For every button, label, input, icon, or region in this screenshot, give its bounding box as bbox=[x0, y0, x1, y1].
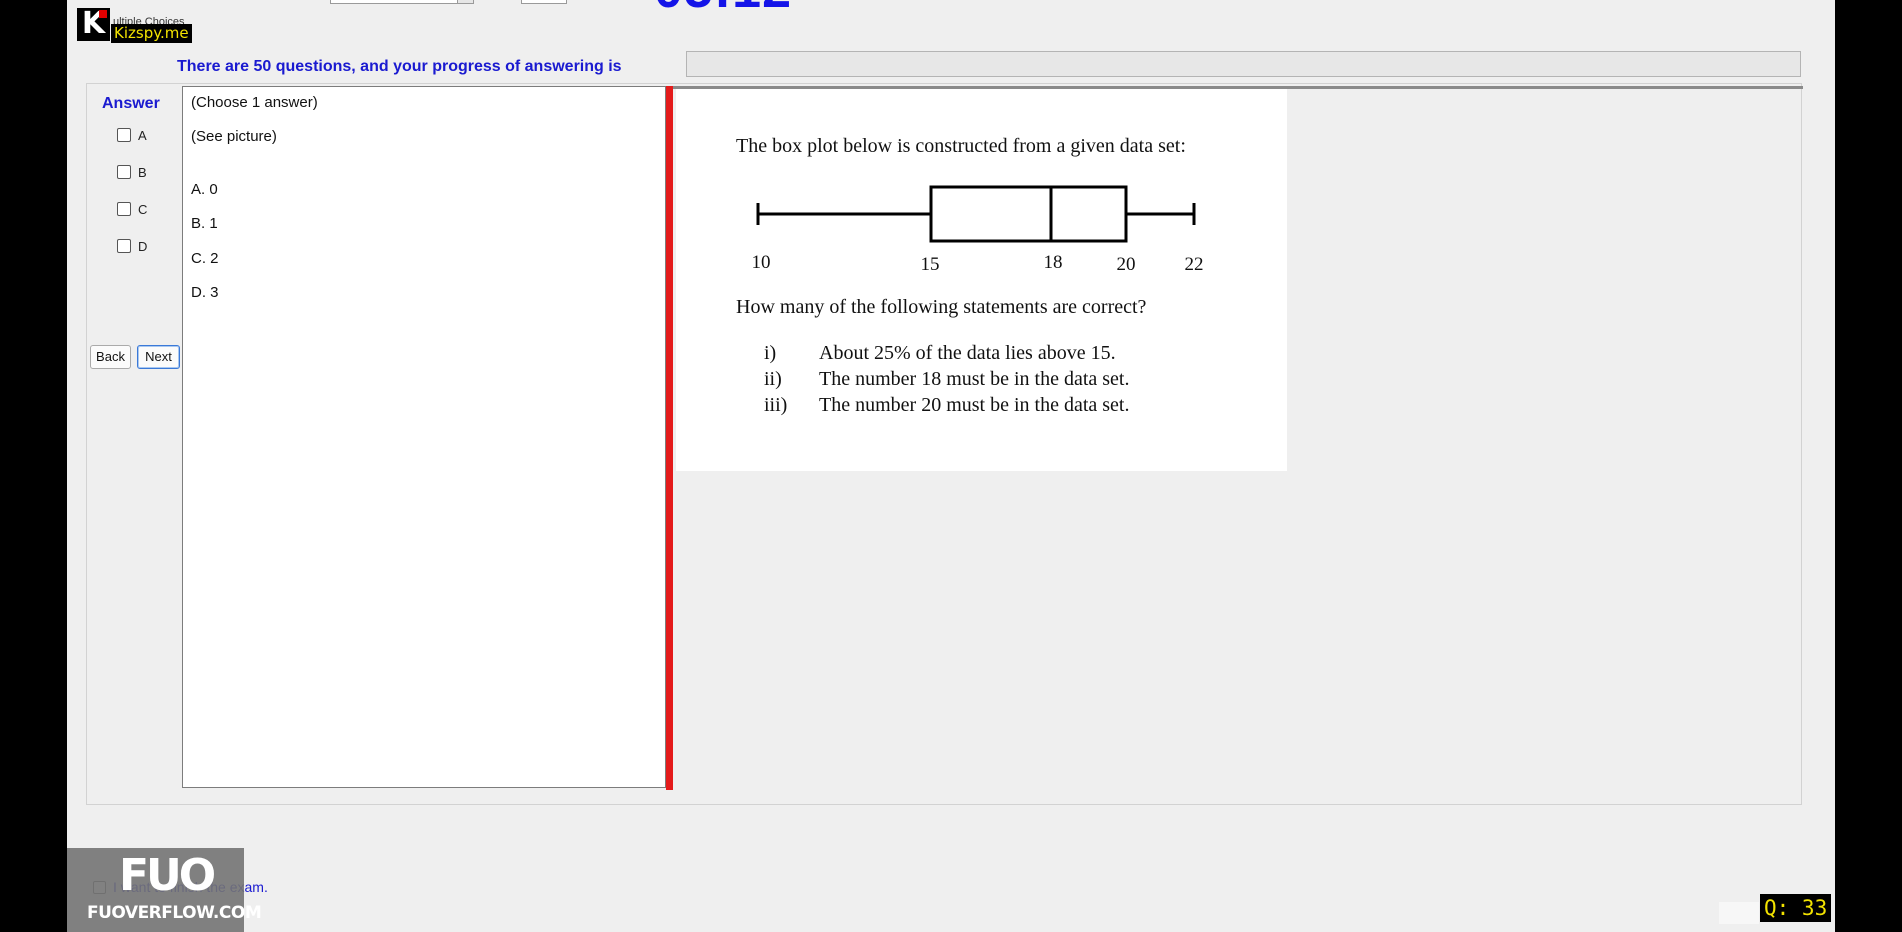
exam-window: 05:12 ultiple Choices K Kizspy.me There … bbox=[67, 0, 1835, 932]
answer-option-label: C bbox=[138, 201, 148, 217]
kizspy-logo-letter: K bbox=[77, 7, 110, 40]
question-prompt: (See picture) bbox=[191, 128, 277, 145]
iqr-box bbox=[929, 185, 1128, 243]
statement-2-text: The number 18 must be in the data set. bbox=[819, 368, 1130, 390]
choice-a: A. 0 bbox=[191, 181, 218, 198]
tick-label-18: 18 bbox=[1043, 252, 1063, 273]
countdown-timer: 05:12 bbox=[654, 0, 792, 16]
choice-b: B. 1 bbox=[191, 215, 218, 232]
statement-2-num: ii) bbox=[764, 368, 782, 390]
choice-d: D. 3 bbox=[191, 284, 219, 301]
status-field bbox=[1719, 902, 1759, 924]
tick-label-10: 10 bbox=[751, 252, 771, 273]
answer-option-label: D bbox=[138, 238, 148, 254]
statement-1-num: i) bbox=[764, 342, 777, 364]
question-picture: The box plot below is constructed from a… bbox=[676, 89, 1287, 471]
checkbox-c[interactable] bbox=[117, 202, 131, 216]
checkbox-a[interactable] bbox=[117, 128, 131, 142]
statement-1-text: About 25% of the data lies above 15. bbox=[819, 342, 1116, 364]
kizspy-watermark: Kizspy.me bbox=[111, 24, 192, 43]
fuo-watermark-logo: FUO bbox=[119, 850, 216, 901]
answer-option-label: A bbox=[138, 127, 147, 143]
answer-title: Answer bbox=[102, 95, 160, 112]
question-counter: Q: 33 bbox=[1760, 894, 1832, 922]
fuo-watermark-url: FUOVERFLOW.COM bbox=[87, 903, 262, 923]
answer-option-d[interactable]: D bbox=[117, 237, 177, 255]
panel-divider[interactable] bbox=[666, 86, 673, 790]
progress-bar bbox=[686, 51, 1801, 77]
statement-3-text: The number 20 must be in the data set. bbox=[819, 394, 1130, 416]
answer-option-a[interactable]: A bbox=[117, 126, 177, 144]
back-button[interactable]: Back bbox=[90, 345, 131, 369]
picture-question: How many of the following statements are… bbox=[736, 296, 1147, 318]
tick-label-22: 22 bbox=[1184, 254, 1204, 275]
question-text-panel: (Choose 1 answer) (See picture) A. 0 B. … bbox=[182, 86, 666, 788]
answer-option-b[interactable]: B bbox=[117, 163, 177, 181]
choice-c: C. 2 bbox=[191, 250, 219, 267]
question-instruction: (Choose 1 answer) bbox=[191, 94, 318, 111]
top-dropdown[interactable] bbox=[330, 0, 474, 4]
checkbox-b[interactable] bbox=[117, 165, 131, 179]
answer-option-label: B bbox=[138, 164, 147, 180]
statement-3-num: iii) bbox=[764, 394, 788, 416]
answer-option-c[interactable]: C bbox=[117, 200, 177, 218]
tick-label-20: 20 bbox=[1116, 254, 1136, 275]
top-small-field[interactable] bbox=[521, 0, 567, 4]
box-plot bbox=[756, 185, 1196, 243]
progress-label: There are 50 questions, and your progres… bbox=[177, 58, 622, 75]
checkbox-d[interactable] bbox=[117, 239, 131, 253]
dropdown-arrow-icon[interactable] bbox=[457, 0, 473, 3]
next-button[interactable]: Next bbox=[137, 345, 180, 369]
tick-label-15: 15 bbox=[920, 254, 940, 275]
